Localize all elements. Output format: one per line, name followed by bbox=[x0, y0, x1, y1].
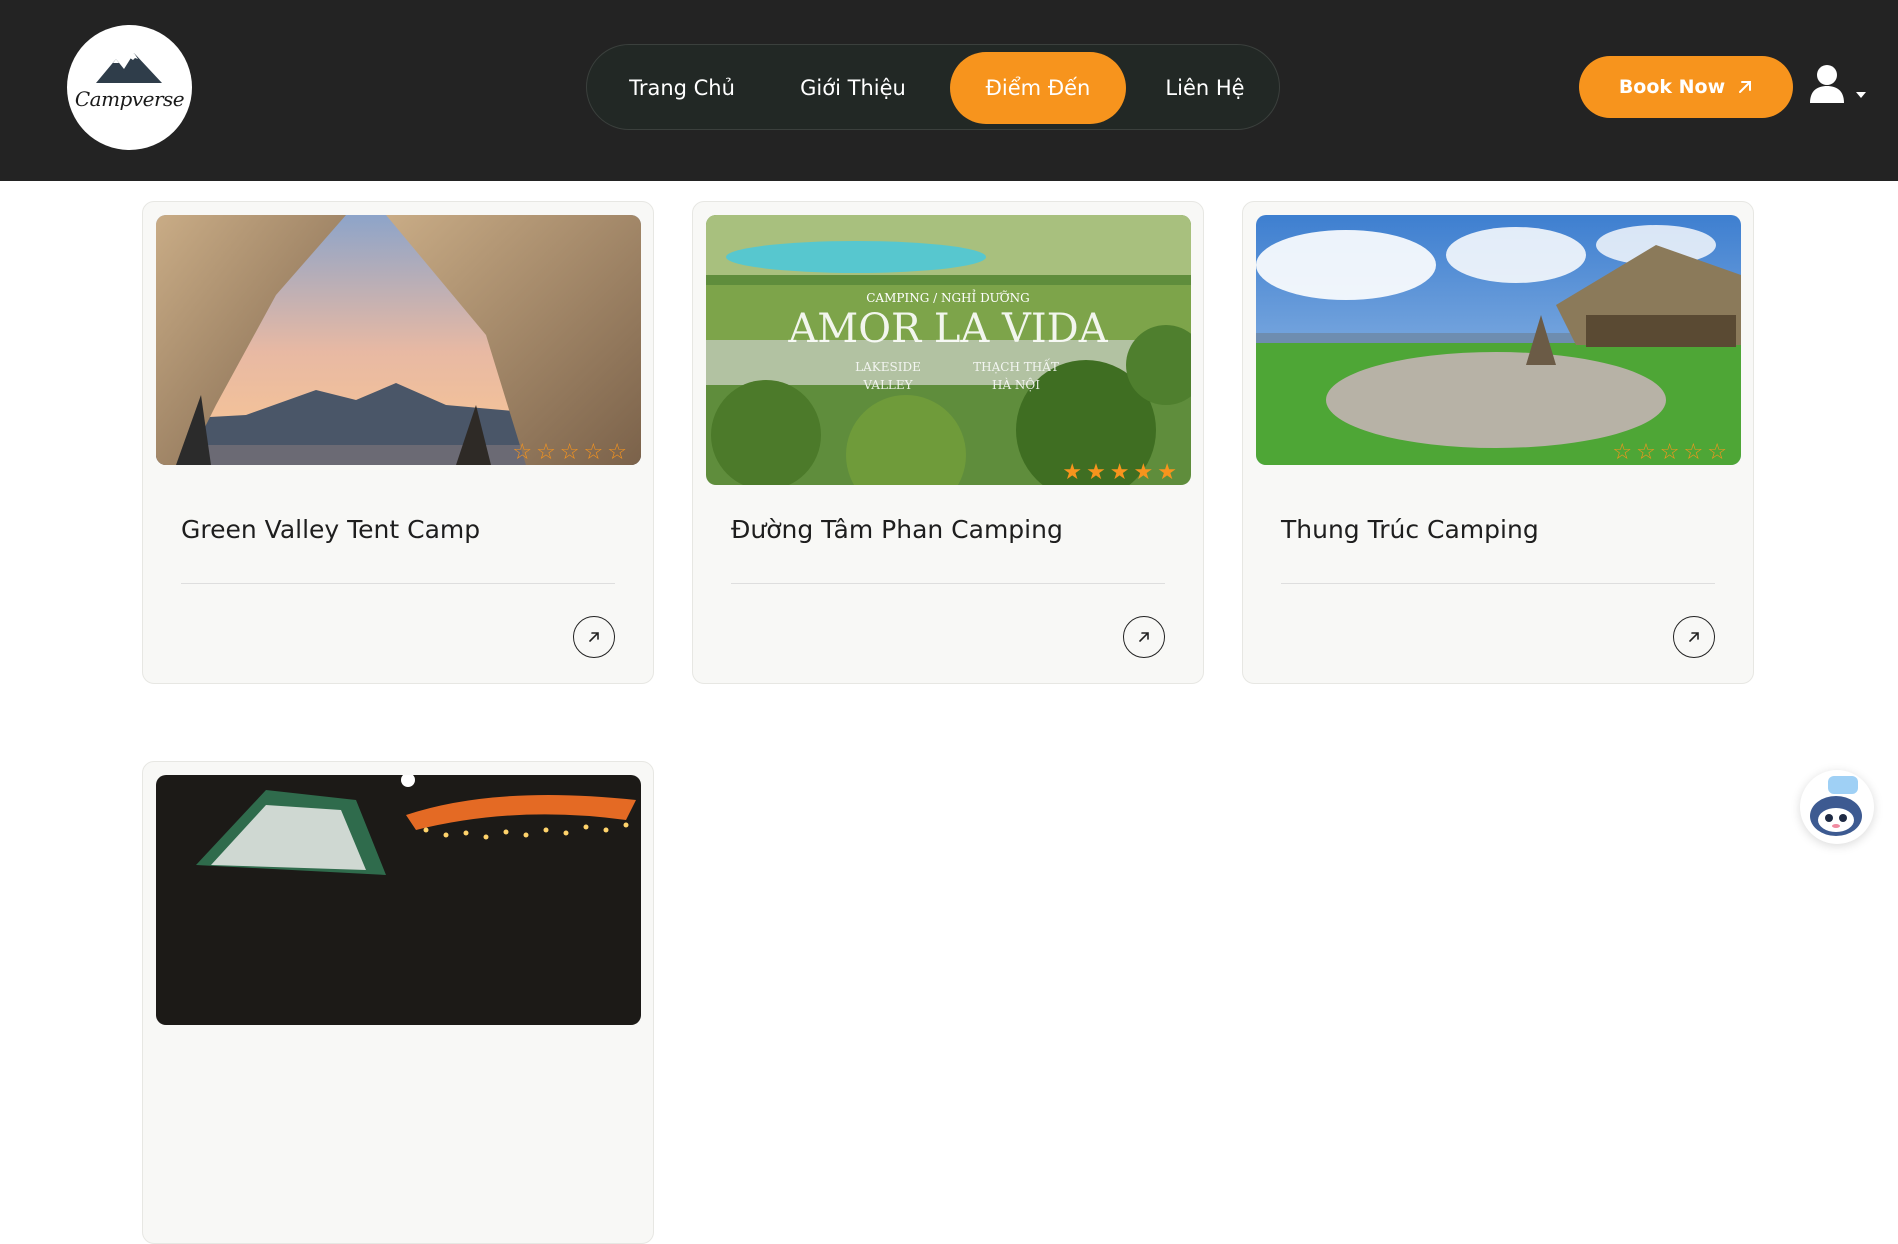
star-icon: ☆ bbox=[536, 440, 556, 465]
star-icon: ☆ bbox=[607, 440, 627, 465]
star-icon: ☆ bbox=[583, 440, 604, 465]
card-title[interactable]: Đường Tâm Phan Camping bbox=[731, 515, 1063, 544]
chatbot-icon bbox=[1810, 776, 1862, 836]
card-link-button[interactable] bbox=[1123, 616, 1165, 658]
card-link-button[interactable] bbox=[573, 616, 615, 658]
divider bbox=[1281, 583, 1715, 584]
card-title[interactable]: Thung Trúc Camping bbox=[1281, 515, 1539, 544]
campverse-logo[interactable]: Campverse bbox=[67, 25, 192, 150]
chatbot-button[interactable] bbox=[1800, 770, 1874, 844]
star-icon: ☆ bbox=[559, 440, 580, 465]
star-icon: ★ bbox=[1133, 460, 1154, 485]
star-icon: ★ bbox=[1062, 460, 1083, 485]
arrow-up-right-icon bbox=[1689, 632, 1699, 642]
star-icon: ★ bbox=[1086, 460, 1106, 485]
amor-la-vida-photo: CAMPING / NGHỈ DƯỠNG AMOR LA VIDA LAKESI… bbox=[706, 215, 1191, 485]
book-now-button[interactable]: Book Now bbox=[1579, 56, 1793, 118]
arrow-up-right-icon bbox=[589, 632, 599, 642]
logo-wordmark: Campverse bbox=[74, 87, 185, 111]
star-icon: ☆ bbox=[1707, 440, 1727, 465]
user-menu-button[interactable] bbox=[1808, 62, 1870, 112]
destination-card[interactable]: CAMPING / NGHỈ DƯỠNG AMOR LA VIDA LAKESI… bbox=[692, 201, 1204, 684]
card-title[interactable]: Green Valley Tent Camp bbox=[181, 515, 480, 544]
campsite-meadow-photo: ☆ ☆ ☆ ☆ ☆ bbox=[1256, 215, 1741, 465]
image-text: THẠCH THẤT bbox=[973, 357, 1059, 374]
mountain-logo-icon bbox=[96, 53, 162, 83]
divider bbox=[181, 583, 615, 584]
arrow-up-right-icon bbox=[1139, 632, 1149, 642]
destination-card[interactable] bbox=[142, 761, 654, 1244]
image-brand: AMOR LA VIDA bbox=[787, 306, 1108, 352]
rating-stars: ★ ★ ★ ★ ★ bbox=[1062, 461, 1177, 485]
destination-card[interactable]: ☆ ☆ ☆ ☆ ☆ Green Valley Tent Camp bbox=[142, 201, 654, 684]
star-icon: ☆ bbox=[1636, 440, 1656, 465]
chevron-down-icon bbox=[1856, 92, 1866, 98]
user-icon bbox=[1810, 65, 1866, 103]
card-link-button[interactable] bbox=[1673, 616, 1715, 658]
night-tent-lights-photo bbox=[156, 775, 641, 1025]
main-nav: Trang Chủ Giới Thiệu Điểm Đến Liên Hệ bbox=[586, 44, 1280, 130]
star-icon: ★ bbox=[1157, 460, 1177, 485]
star-icon: ☆ bbox=[512, 440, 533, 465]
nav-diem-den[interactable]: Điểm Đến bbox=[950, 52, 1126, 124]
image-caption: CAMPING / NGHỈ DƯỠNG bbox=[866, 288, 1029, 305]
nav-trang-chu[interactable]: Trang Chủ bbox=[617, 52, 747, 124]
site-header: Campverse Trang Chủ Giới Thiệu Điểm Đến … bbox=[0, 0, 1898, 181]
star-icon: ☆ bbox=[1659, 440, 1680, 465]
destination-card[interactable]: ☆ ☆ ☆ ☆ ☆ Thung Trúc Camping bbox=[1242, 201, 1754, 684]
image-text: LAKESIDE bbox=[855, 360, 921, 374]
tent-sunset-photo: ☆ ☆ ☆ ☆ ☆ bbox=[156, 215, 641, 465]
nav-lien-he[interactable]: Liên Hệ bbox=[1153, 52, 1257, 124]
nav-gioi-thieu[interactable]: Giới Thiệu bbox=[783, 52, 923, 124]
star-icon: ☆ bbox=[1683, 440, 1704, 465]
image-text: VALLEY bbox=[862, 378, 913, 392]
book-now-label: Book Now bbox=[1618, 76, 1726, 98]
rating-stars: ☆ ☆ ☆ ☆ ☆ bbox=[512, 441, 627, 465]
star-icon: ★ bbox=[1109, 460, 1130, 485]
image-text: HÀ NỘI bbox=[992, 377, 1040, 392]
rating-stars: ☆ ☆ ☆ ☆ ☆ bbox=[1612, 441, 1727, 465]
divider bbox=[731, 583, 1165, 584]
star-icon: ☆ bbox=[1612, 440, 1633, 465]
arrow-up-right-icon bbox=[1739, 81, 1752, 93]
